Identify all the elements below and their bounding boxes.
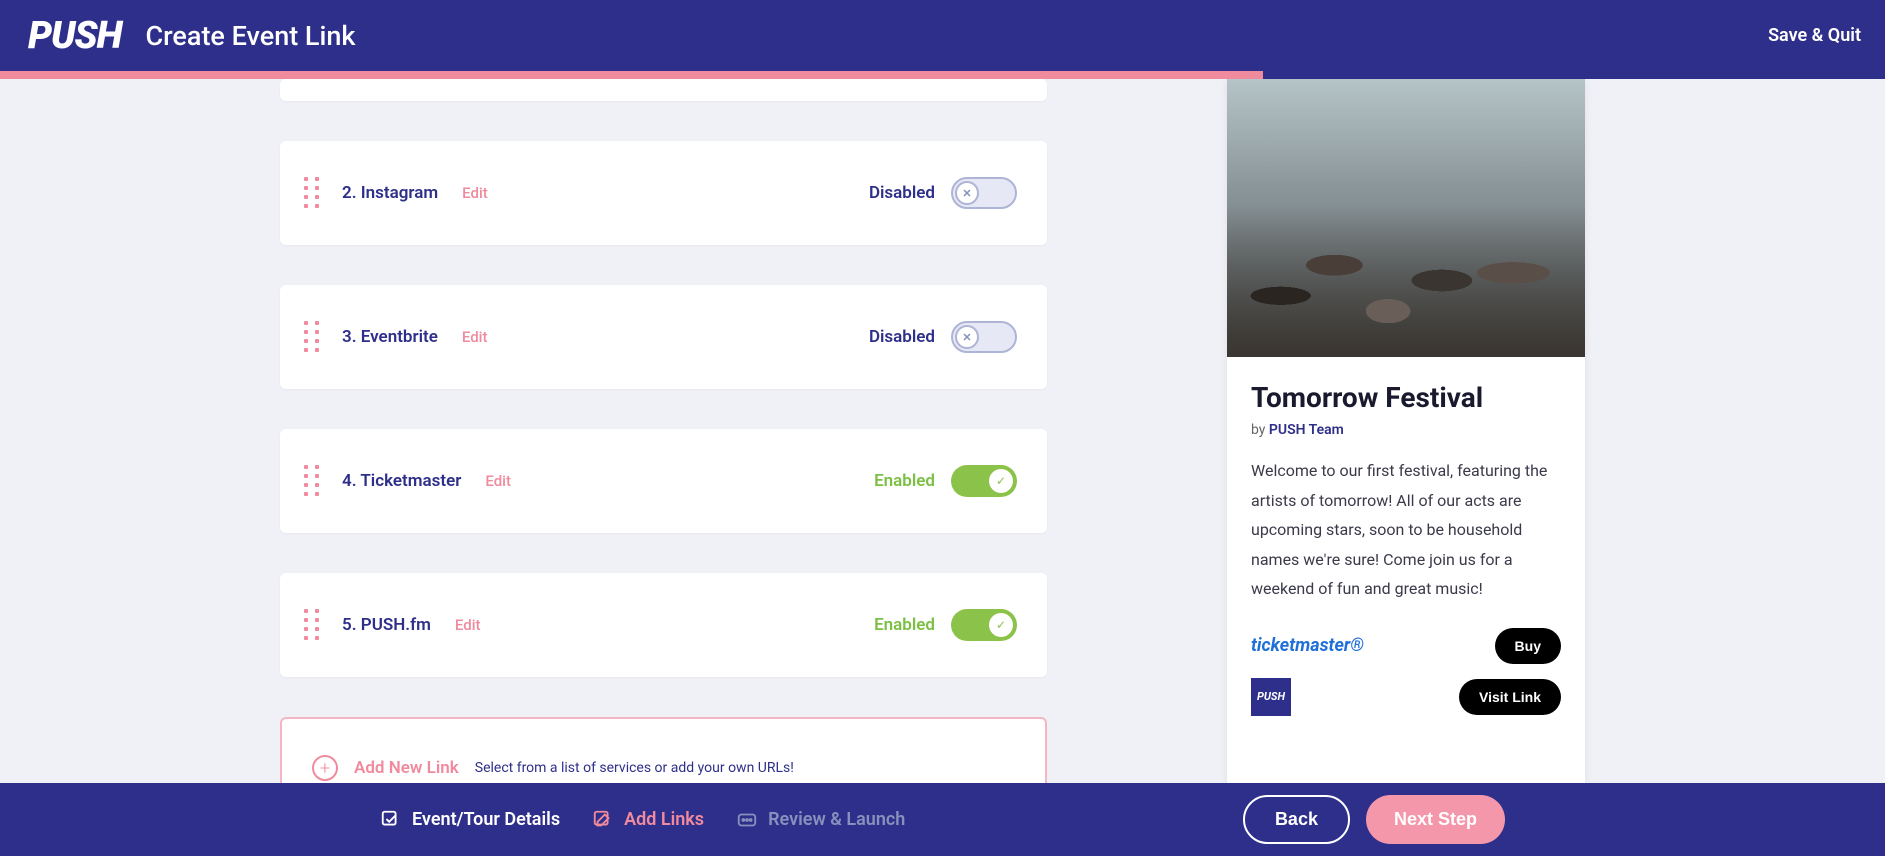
buy-button[interactable]: Buy xyxy=(1495,628,1561,664)
link-name: 4. Ticketmaster xyxy=(342,471,461,491)
status-label: Disabled xyxy=(869,327,935,347)
wizard-footer: Event/Tour Details Add Links Review & La… xyxy=(0,783,1885,856)
status-label: Disabled xyxy=(869,183,935,203)
x-icon: ✕ xyxy=(962,331,971,344)
ticketmaster-logo: ticketmaster® xyxy=(1251,635,1364,656)
link-name: 5. PUSH.fm xyxy=(342,615,431,635)
progress-fill xyxy=(0,71,1263,79)
edit-link-button[interactable]: Edit xyxy=(485,472,511,490)
preview-link-ticketmaster: ticketmaster® Buy xyxy=(1251,628,1561,664)
status-label: Enabled xyxy=(874,615,935,635)
link-card-instagram: 2. Instagram Edit Disabled ✕ xyxy=(280,141,1047,245)
enable-toggle[interactable]: ✓ xyxy=(951,465,1017,497)
step-add-links[interactable]: Add Links xyxy=(592,809,704,831)
preview-panel: Tomorrow Festival by PUSH Team Welcome t… xyxy=(1227,79,1585,783)
add-link-hint: Select from a list of services or add yo… xyxy=(475,760,794,776)
edit-link-button[interactable]: Edit xyxy=(462,184,488,202)
x-icon: ✕ xyxy=(962,187,971,200)
check-icon: ✓ xyxy=(996,618,1006,632)
page-title: Create Event Link xyxy=(146,20,356,52)
pencil-check-icon xyxy=(380,809,402,831)
link-name: 2. Instagram xyxy=(342,183,438,203)
check-icon: ✓ xyxy=(996,474,1006,488)
push-logo: PUSH xyxy=(28,14,122,58)
link-name: 3. Eventbrite xyxy=(342,327,438,347)
app-header: PUSH Create Event Link Save & Quit xyxy=(0,0,1885,71)
dots-icon xyxy=(736,809,758,831)
add-new-link-button[interactable]: + Add New Link Select from a list of ser… xyxy=(280,717,1047,783)
edit-link-button[interactable]: Edit xyxy=(455,616,481,634)
drag-handle-icon[interactable] xyxy=(304,609,322,641)
add-link-label: Add New Link xyxy=(354,758,459,778)
edit-link-button[interactable]: Edit xyxy=(462,328,488,346)
status-label: Enabled xyxy=(874,471,935,491)
visit-link-button[interactable]: Visit Link xyxy=(1459,679,1561,715)
link-card-pushfm: 5. PUSH.fm Edit Enabled ✓ xyxy=(280,573,1047,677)
enable-toggle[interactable]: ✕ xyxy=(951,177,1017,209)
enable-toggle[interactable]: ✕ xyxy=(951,321,1017,353)
preview-hero-image xyxy=(1227,79,1585,357)
enable-toggle[interactable]: ✓ xyxy=(951,609,1017,641)
drag-handle-icon[interactable] xyxy=(304,321,322,353)
preview-description: Welcome to our first festival, featuring… xyxy=(1251,456,1561,604)
drag-handle-icon[interactable] xyxy=(304,465,322,497)
progress-bar xyxy=(0,71,1885,79)
preview-byline: by PUSH Team xyxy=(1251,422,1561,438)
push-logo-small: PUSH xyxy=(1251,678,1291,716)
link-card-eventbrite: 3. Eventbrite Edit Disabled ✕ xyxy=(280,285,1047,389)
preview-link-pushfm: PUSH Visit Link xyxy=(1251,678,1561,716)
link-card-partial xyxy=(280,79,1047,101)
pencil-icon xyxy=(592,809,614,831)
drag-handle-icon[interactable] xyxy=(304,177,322,209)
save-quit-button[interactable]: Save & Quit xyxy=(1768,25,1861,46)
plus-icon: + xyxy=(312,755,338,781)
link-card-ticketmaster: 4. Ticketmaster Edit Enabled ✓ xyxy=(280,429,1047,533)
preview-title: Tomorrow Festival xyxy=(1251,381,1561,414)
step-event-details[interactable]: Event/Tour Details xyxy=(380,809,560,831)
next-step-button[interactable]: Next Step xyxy=(1366,795,1505,844)
step-review-launch[interactable]: Review & Launch xyxy=(736,809,905,831)
back-button[interactable]: Back xyxy=(1243,795,1350,844)
